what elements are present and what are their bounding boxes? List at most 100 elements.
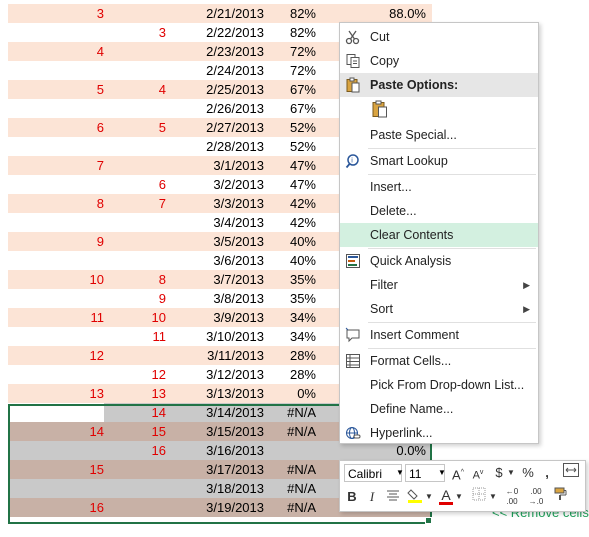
rank-a-cell[interactable] bbox=[8, 99, 104, 118]
date-cell[interactable]: 3/10/2013 bbox=[166, 327, 264, 346]
rank-b-cell[interactable]: 7 bbox=[104, 194, 166, 213]
rank-a-cell[interactable] bbox=[8, 365, 104, 384]
rank-b-cell[interactable] bbox=[104, 479, 166, 498]
date-cell[interactable]: 3/4/2013 bbox=[166, 213, 264, 232]
date-cell[interactable]: 3/8/2013 bbox=[166, 289, 264, 308]
decrease-decimal-icon[interactable]: .00 →.0 bbox=[526, 487, 546, 507]
percent-cell[interactable]: 82% bbox=[264, 4, 316, 23]
rank-b-cell[interactable]: 16 bbox=[104, 441, 166, 460]
date-cell[interactable]: 3/18/2013 bbox=[166, 479, 264, 498]
rank-b-cell[interactable]: 8 bbox=[104, 270, 166, 289]
percent-cell[interactable] bbox=[264, 441, 316, 460]
menu-item-filter[interactable]: Filter ▶ bbox=[340, 273, 538, 297]
percent-style-button[interactable]: % bbox=[520, 463, 536, 483]
percent-cell[interactable]: 67% bbox=[264, 99, 316, 118]
rank-a-cell[interactable] bbox=[8, 213, 104, 232]
date-cell[interactable]: 3/17/2013 bbox=[166, 460, 264, 479]
rank-b-cell[interactable]: 4 bbox=[104, 80, 166, 99]
chevron-down-icon[interactable]: ▼ bbox=[438, 464, 446, 482]
menu-item-clear-contents[interactable]: Clear Contents bbox=[340, 223, 538, 247]
value-cell[interactable]: 88.0% bbox=[316, 4, 426, 23]
italic-button[interactable]: I bbox=[364, 487, 380, 507]
date-cell[interactable]: 2/24/2013 bbox=[166, 61, 264, 80]
percent-cell[interactable]: #N/A bbox=[264, 422, 316, 441]
rank-b-cell[interactable] bbox=[104, 99, 166, 118]
date-cell[interactable]: 3/16/2013 bbox=[166, 441, 264, 460]
rank-b-cell[interactable]: 10 bbox=[104, 308, 166, 327]
percent-cell[interactable]: 35% bbox=[264, 289, 316, 308]
accounting-format-button[interactable]: $ bbox=[492, 463, 506, 483]
rank-a-cell[interactable]: 16 bbox=[8, 498, 104, 517]
rank-a-cell[interactable]: 12 bbox=[8, 346, 104, 365]
rank-a-cell[interactable] bbox=[8, 175, 104, 194]
date-cell[interactable]: 3/9/2013 bbox=[166, 308, 264, 327]
rank-a-cell[interactable]: 7 bbox=[8, 156, 104, 175]
menu-item-cut[interactable]: Cut bbox=[340, 25, 538, 49]
date-cell[interactable]: 3/5/2013 bbox=[166, 232, 264, 251]
increase-font-icon[interactable]: A^ bbox=[450, 463, 466, 483]
rank-b-cell[interactable] bbox=[104, 460, 166, 479]
menu-item-format-cells[interactable]: Format Cells... bbox=[340, 349, 538, 373]
menu-item-smart-lookup[interactable]: i Smart Lookup bbox=[340, 149, 538, 173]
rank-a-cell[interactable] bbox=[8, 441, 104, 460]
date-cell[interactable]: 3/2/2013 bbox=[166, 175, 264, 194]
bold-button[interactable]: B bbox=[344, 487, 360, 507]
rank-b-cell[interactable] bbox=[104, 346, 166, 365]
rank-b-cell[interactable] bbox=[104, 61, 166, 80]
date-cell[interactable]: 2/22/2013 bbox=[166, 23, 264, 42]
rank-a-cell[interactable] bbox=[8, 61, 104, 80]
percent-cell[interactable]: 40% bbox=[264, 251, 316, 270]
date-cell[interactable]: 3/3/2013 bbox=[166, 194, 264, 213]
percent-cell[interactable]: 47% bbox=[264, 175, 316, 194]
rank-a-cell[interactable]: 9 bbox=[8, 232, 104, 251]
format-painter-icon[interactable] bbox=[552, 487, 570, 507]
percent-cell[interactable]: 52% bbox=[264, 118, 316, 137]
fill-color-icon[interactable] bbox=[406, 487, 424, 507]
date-cell[interactable]: 3/13/2013 bbox=[166, 384, 264, 403]
rank-b-cell[interactable]: 5 bbox=[104, 118, 166, 137]
menu-item-insert[interactable]: Insert... bbox=[340, 175, 538, 199]
increase-decimal-icon[interactable]: ←0.00 bbox=[502, 487, 522, 507]
percent-cell[interactable]: 42% bbox=[264, 194, 316, 213]
percent-cell[interactable]: 52% bbox=[264, 137, 316, 156]
date-cell[interactable]: 3/1/2013 bbox=[166, 156, 264, 175]
percent-cell[interactable]: 42% bbox=[264, 213, 316, 232]
font-name-box[interactable]: Calibri bbox=[344, 464, 402, 482]
percent-cell[interactable]: 72% bbox=[264, 61, 316, 80]
menu-item-pick-from-list[interactable]: Pick From Drop-down List... bbox=[340, 373, 538, 397]
menu-item-insert-comment[interactable]: Insert Comment bbox=[340, 323, 538, 347]
percent-cell[interactable]: 67% bbox=[264, 80, 316, 99]
rank-a-cell[interactable] bbox=[8, 479, 104, 498]
date-cell[interactable]: 3/7/2013 bbox=[166, 270, 264, 289]
percent-cell[interactable]: 28% bbox=[264, 365, 316, 384]
table-row[interactable]: 3 2/21/2013 82% 88.0% bbox=[8, 4, 432, 23]
percent-cell[interactable]: 40% bbox=[264, 232, 316, 251]
rank-a-cell[interactable]: 10 bbox=[8, 270, 104, 289]
date-cell[interactable]: 3/14/2013 bbox=[166, 403, 264, 422]
rank-a-cell[interactable]: 3 bbox=[8, 4, 104, 23]
borders-icon[interactable] bbox=[470, 487, 488, 507]
rank-a-cell[interactable]: 6 bbox=[8, 118, 104, 137]
date-cell[interactable]: 3/19/2013 bbox=[166, 498, 264, 517]
rank-a-cell[interactable]: 5 bbox=[8, 80, 104, 99]
percent-cell[interactable]: 34% bbox=[264, 327, 316, 346]
rank-a-cell[interactable] bbox=[8, 289, 104, 308]
rank-b-cell[interactable]: 3 bbox=[104, 23, 166, 42]
percent-cell[interactable]: #N/A bbox=[264, 498, 316, 517]
rank-a-cell[interactable]: 11 bbox=[8, 308, 105, 327]
date-cell[interactable]: 3/11/2013 bbox=[166, 346, 264, 365]
rank-b-cell[interactable] bbox=[104, 4, 166, 23]
chevron-down-icon[interactable]: ▼ bbox=[424, 487, 434, 507]
rank-b-cell[interactable] bbox=[104, 213, 166, 232]
decrease-font-icon[interactable]: Av bbox=[470, 463, 486, 483]
rank-b-cell[interactable]: 14 bbox=[104, 403, 166, 422]
menu-item-paste-special[interactable]: Paste Special... bbox=[340, 123, 538, 147]
comma-style-button[interactable]: , bbox=[540, 463, 554, 483]
percent-cell[interactable]: 34% bbox=[264, 308, 316, 327]
rank-b-cell[interactable]: 12 bbox=[104, 365, 166, 384]
rank-b-cell[interactable] bbox=[104, 156, 166, 175]
percent-cell[interactable]: 72% bbox=[264, 42, 316, 61]
date-cell[interactable]: 2/26/2013 bbox=[166, 99, 264, 118]
percent-cell[interactable]: 35% bbox=[264, 270, 316, 289]
chevron-down-icon[interactable]: ▼ bbox=[506, 463, 516, 483]
